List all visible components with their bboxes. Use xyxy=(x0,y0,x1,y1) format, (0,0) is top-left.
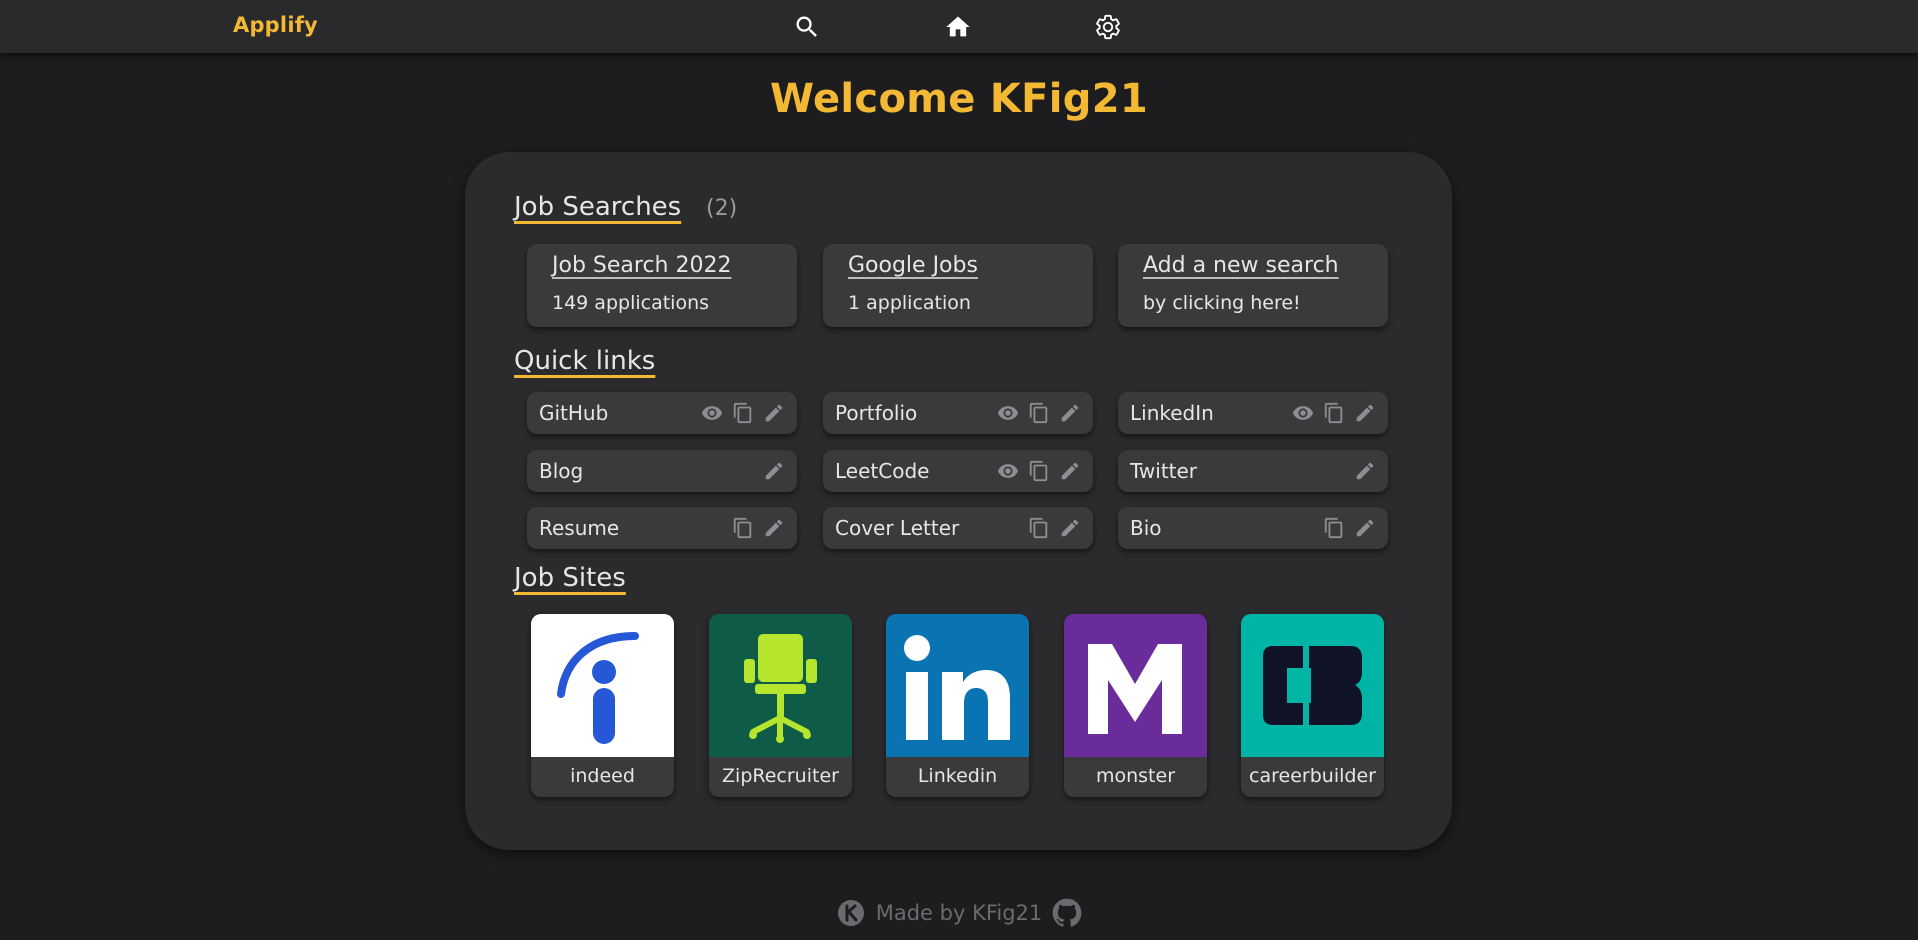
footer-credit: Made by KFig21 xyxy=(875,901,1043,925)
job-search-count: 149 applications xyxy=(552,292,710,314)
quick-link-label: LeetCode xyxy=(835,459,930,483)
brand-logo[interactable]: Applify xyxy=(233,13,318,37)
copy-icon[interactable] xyxy=(1028,460,1050,482)
kfig-logo-icon[interactable] xyxy=(836,898,866,928)
indeed-logo xyxy=(531,614,674,757)
quick-link-twitter[interactable]: Twitter xyxy=(1118,450,1388,492)
quick-link-linkedin[interactable]: LinkedIn xyxy=(1118,392,1388,434)
copy-icon[interactable] xyxy=(732,517,754,539)
quick-link-label: Portfolio xyxy=(835,401,918,425)
job-search-tile[interactable]: Google Jobs 1 application xyxy=(823,244,1093,327)
linkedin-logo xyxy=(886,614,1029,757)
add-search-hint: by clicking here! xyxy=(1143,292,1301,314)
quick-link-label: Bio xyxy=(1130,516,1162,540)
job-searches-count: (2) xyxy=(706,196,738,221)
copy-icon[interactable] xyxy=(1323,402,1345,424)
ziprecruiter-logo xyxy=(709,614,852,757)
top-nav-bar: Applify xyxy=(0,0,1918,53)
job-search-name[interactable]: Job Search 2022 xyxy=(552,253,731,278)
pencil-icon[interactable] xyxy=(1354,517,1376,539)
quick-link-label: Twitter xyxy=(1130,459,1198,483)
pencil-icon[interactable] xyxy=(763,517,785,539)
quick-link-label: LinkedIn xyxy=(1130,401,1214,425)
quick-links-title: Quick links xyxy=(514,346,656,376)
footer: Made by KFig21 xyxy=(0,898,1918,928)
quick-link-blog[interactable]: Blog xyxy=(527,450,797,492)
job-search-name[interactable]: Google Jobs xyxy=(848,253,978,278)
eye-icon[interactable] xyxy=(1292,402,1314,424)
job-site-name: Linkedin xyxy=(917,765,998,787)
job-site-name: careerbuilder xyxy=(1249,765,1376,787)
job-site-linkedin[interactable]: Linkedin xyxy=(886,614,1029,797)
github-icon[interactable] xyxy=(1052,898,1082,928)
home-icon[interactable] xyxy=(944,13,972,41)
job-site-ziprecruiter[interactable]: ZipRecruiter xyxy=(709,614,852,797)
job-site-careerbuilder[interactable]: careerbuilder xyxy=(1241,614,1384,797)
gear-icon[interactable] xyxy=(1094,13,1122,41)
quick-link-label: Resume xyxy=(539,516,620,540)
job-search-count: 1 application xyxy=(848,292,971,314)
eye-icon[interactable] xyxy=(701,402,723,424)
quick-link-label: GitHub xyxy=(539,401,609,425)
copy-icon[interactable] xyxy=(1028,402,1050,424)
job-site-name: ZipRecruiter xyxy=(722,765,839,787)
monster-logo xyxy=(1064,614,1207,757)
add-search-link[interactable]: Add a new search xyxy=(1143,253,1339,278)
quick-link-bio[interactable]: Bio xyxy=(1118,507,1388,549)
pencil-icon[interactable] xyxy=(1354,402,1376,424)
job-site-monster[interactable]: monster xyxy=(1064,614,1207,797)
copy-icon[interactable] xyxy=(1028,517,1050,539)
job-searches-title[interactable]: Job Searches xyxy=(514,192,681,222)
pencil-icon[interactable] xyxy=(763,460,785,482)
job-site-name: monster xyxy=(1095,765,1176,787)
quick-link-resume[interactable]: Resume xyxy=(527,507,797,549)
copy-icon[interactable] xyxy=(1323,517,1345,539)
careerbuilder-logo xyxy=(1241,614,1384,757)
search-icon[interactable] xyxy=(793,13,821,41)
pencil-icon[interactable] xyxy=(763,402,785,424)
quick-link-label: Blog xyxy=(539,459,584,483)
pencil-icon[interactable] xyxy=(1354,460,1376,482)
pencil-icon[interactable] xyxy=(1059,402,1081,424)
job-search-tile[interactable]: Job Search 2022 149 applications xyxy=(527,244,797,327)
eye-icon[interactable] xyxy=(997,402,1019,424)
pencil-icon[interactable] xyxy=(1059,460,1081,482)
job-site-name: indeed xyxy=(570,765,635,787)
quick-link-github[interactable]: GitHub xyxy=(527,392,797,434)
quick-link-cover-letter[interactable]: Cover Letter xyxy=(823,507,1093,549)
job-site-indeed[interactable]: indeed xyxy=(531,614,674,797)
pencil-icon[interactable] xyxy=(1059,517,1081,539)
eye-icon[interactable] xyxy=(997,460,1019,482)
quick-link-label: Cover Letter xyxy=(835,516,960,540)
copy-icon[interactable] xyxy=(732,402,754,424)
quick-link-portfolio[interactable]: Portfolio xyxy=(823,392,1093,434)
quick-link-leetcode[interactable]: LeetCode xyxy=(823,450,1093,492)
job-sites-title: Job Sites xyxy=(514,563,626,593)
welcome-heading: Welcome KFig21 xyxy=(770,76,1148,122)
add-search-tile[interactable]: Add a new search by clicking here! xyxy=(1118,244,1388,327)
